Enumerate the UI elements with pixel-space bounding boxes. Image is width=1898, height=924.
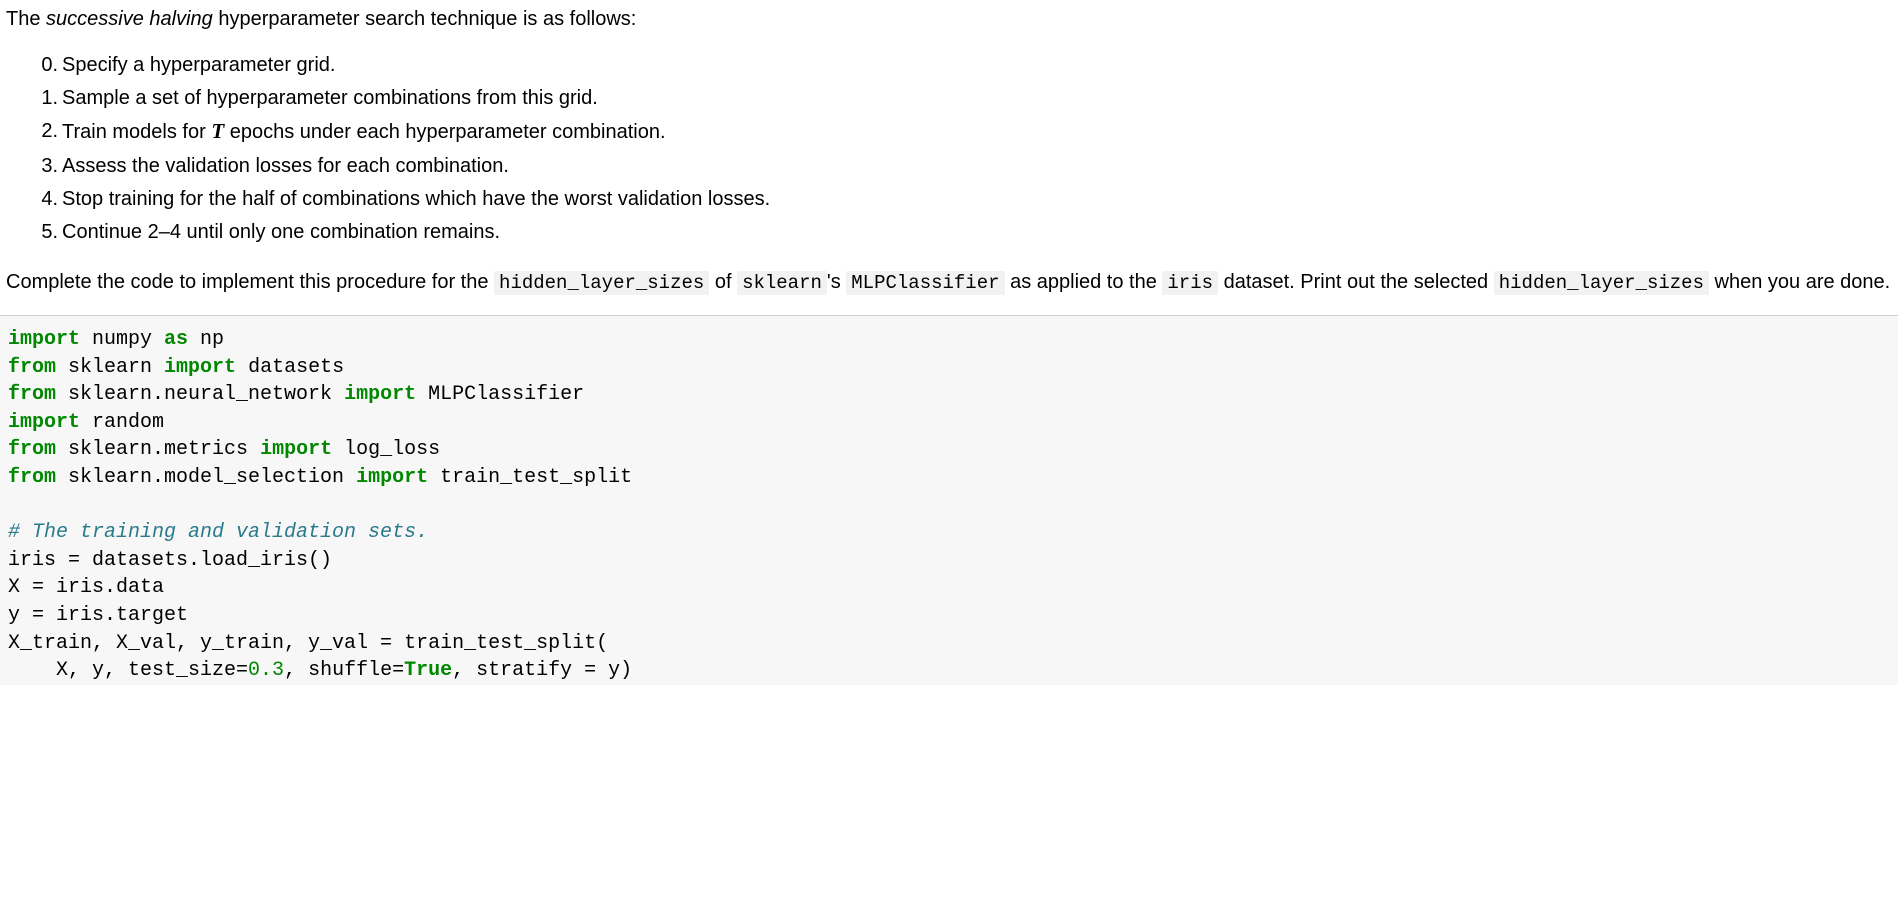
code-text: , shuffle=: [284, 659, 404, 682]
inline-code: hidden_layer_sizes: [494, 271, 709, 295]
step-text: Stop training for the half of combinatio…: [62, 188, 770, 210]
step-text: Assess the validation losses for each co…: [62, 155, 509, 177]
math-variable: T: [211, 119, 224, 143]
keyword: import: [8, 328, 80, 351]
comment: # The training and validation sets.: [8, 521, 428, 544]
inline-code: iris: [1162, 271, 1218, 295]
code-line: X_train, X_val, y_train, y_val = train_t…: [8, 632, 608, 655]
keyword: from: [8, 356, 56, 379]
code-text: sklearn.neural_network: [56, 383, 344, 406]
step-item: Stop training for the half of combinatio…: [62, 184, 1892, 214]
code-text: random: [80, 411, 164, 434]
code-text: MLPClassifier: [416, 383, 584, 406]
code-line: iris = datasets.load_iris(): [8, 549, 332, 572]
code-text: sklearn.metrics: [56, 438, 260, 461]
task-paragraph: Complete the code to implement this proc…: [6, 267, 1892, 298]
code-text: sklearn: [56, 356, 164, 379]
number-literal: 0.3: [248, 659, 284, 682]
step-text: epochs under each hyperparameter combina…: [224, 121, 665, 143]
step-item: Continue 2–4 until only one combination …: [62, 217, 1892, 247]
code-text: sklearn.model_selection: [56, 466, 356, 489]
step-item: Specify a hyperparameter grid.: [62, 50, 1892, 80]
code-text: train_test_split: [428, 466, 632, 489]
steps-list: Specify a hyperparameter grid. Sample a …: [6, 50, 1892, 247]
inline-code: hidden_layer_sizes: [1494, 271, 1709, 295]
inline-code: sklearn: [737, 271, 827, 295]
code-block: import numpy as np from sklearn import d…: [0, 315, 1898, 685]
keyword: import: [260, 438, 332, 461]
text: The: [6, 8, 46, 30]
keyword: from: [8, 383, 56, 406]
emphasis: successive halving: [46, 8, 213, 30]
code-text: log_loss: [332, 438, 440, 461]
inline-code: MLPClassifier: [846, 271, 1004, 295]
code-line: X = iris.data: [8, 576, 164, 599]
keyword: from: [8, 438, 56, 461]
step-text: Specify a hyperparameter grid.: [62, 54, 335, 76]
text: 's: [827, 271, 846, 293]
keyword: import: [344, 383, 416, 406]
problem-description: The successive halving hyperparameter se…: [6, 4, 1892, 297]
step-item: Sample a set of hyperparameter combinati…: [62, 83, 1892, 113]
text: when you are done.: [1709, 271, 1890, 293]
code-line: y = iris.target: [8, 604, 188, 627]
keyword: import: [356, 466, 428, 489]
step-item: Train models for T epochs under each hyp…: [62, 116, 1892, 148]
keyword: import: [164, 356, 236, 379]
text: as applied to the: [1005, 271, 1163, 293]
step-text: Train models for: [62, 121, 211, 143]
text: of: [709, 271, 737, 293]
step-item: Assess the validation losses for each co…: [62, 151, 1892, 181]
code-text: datasets: [236, 356, 344, 379]
text: dataset. Print out the selected: [1218, 271, 1494, 293]
code-text: numpy: [80, 328, 164, 351]
step-text: Continue 2–4 until only one combination …: [62, 221, 500, 243]
code-text: , stratify = y): [452, 659, 632, 682]
keyword: from: [8, 466, 56, 489]
keyword: import: [8, 411, 80, 434]
code-text: X, y, test_size=: [8, 659, 248, 682]
text: Complete the code to implement this proc…: [6, 271, 494, 293]
code-text: np: [188, 328, 224, 351]
intro-paragraph: The successive halving hyperparameter se…: [6, 4, 1892, 34]
boolean-literal: True: [404, 659, 452, 682]
step-text: Sample a set of hyperparameter combinati…: [62, 87, 598, 109]
keyword: as: [164, 328, 188, 351]
text: hyperparameter search technique is as fo…: [213, 8, 637, 30]
